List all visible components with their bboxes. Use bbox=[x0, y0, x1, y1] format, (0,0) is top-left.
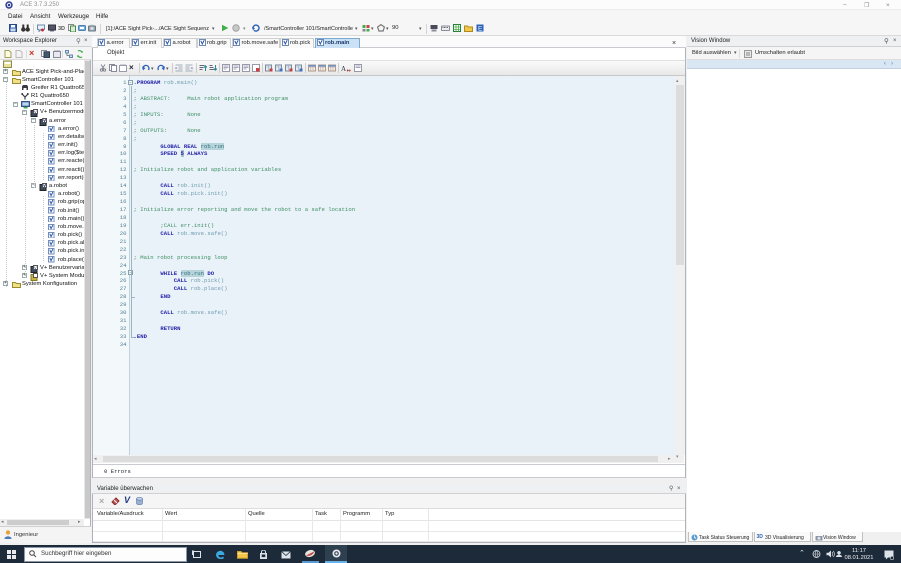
svg-text:V: V bbox=[34, 265, 37, 270]
svg-text:V: V bbox=[34, 109, 37, 114]
svg-text:A: A bbox=[341, 65, 346, 72]
svg-text:E: E bbox=[478, 26, 483, 33]
